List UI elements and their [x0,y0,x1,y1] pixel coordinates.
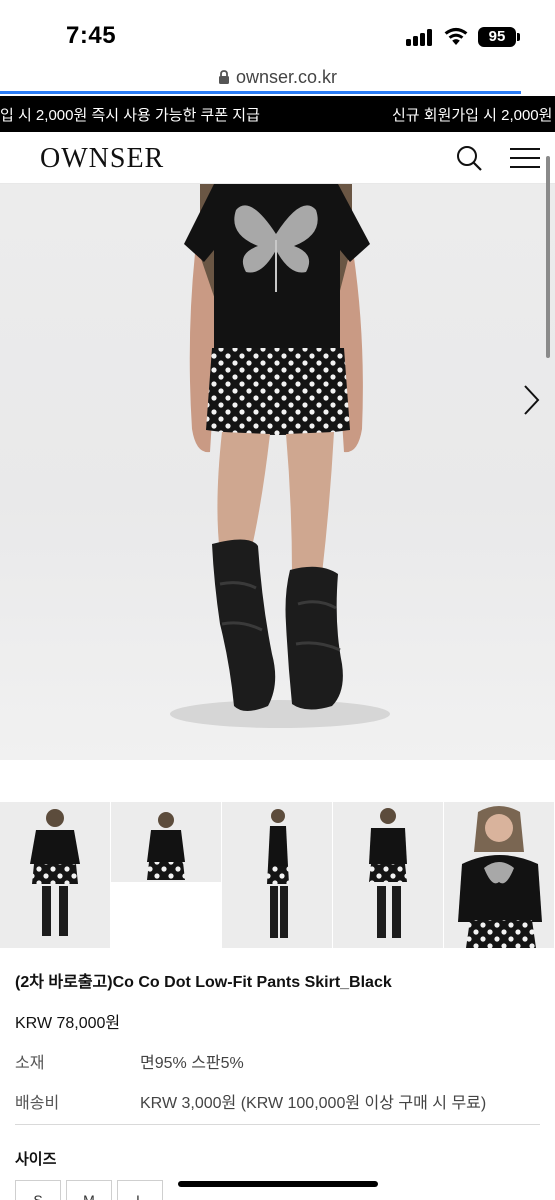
wifi-icon [444,27,468,45]
model-photo [170,184,390,728]
product-price: KRW 78,000원 [15,1015,121,1032]
size-option-l[interactable]: L [117,1180,163,1200]
thumbnail-1[interactable] [0,802,110,948]
spec-value-material: 면95% 스판5% [140,1055,244,1072]
home-indicator[interactable] [178,1181,378,1187]
battery-icon: 95 [478,27,516,47]
cellular-signal-icon [406,28,434,46]
status-time: 7:45 [66,22,117,49]
url-text: ownser.co.kr [235,67,338,87]
status-bar: 7:45 95 [0,0,555,62]
hamburger-menu-icon[interactable] [510,148,542,170]
thumbnail-strip [0,802,555,948]
size-option-m[interactable]: M [66,1180,112,1200]
page-scrollbar[interactable] [546,156,550,358]
banner-text-right: 신규 회원가입 시 2,000원 즉 [392,107,555,124]
spec-label-material: 소재 [15,1055,45,1072]
announcement-banner[interactable]: 입 시 2,000원 즉시 사용 가능한 쿠폰 지급 신규 회원가입 시 2,0… [0,96,555,132]
size-option-s[interactable]: S [15,1180,61,1200]
thumbnail-5[interactable] [444,802,554,948]
lock-icon [218,70,229,84]
section-divider [15,1124,540,1125]
product-main-image[interactable] [0,184,555,760]
banner-text-left: 입 시 2,000원 즉시 사용 가능한 쿠폰 지급 [0,107,260,124]
page-load-progress [0,91,521,94]
search-icon[interactable] [455,144,483,172]
thumbnail-4[interactable] [333,802,443,948]
site-header: OWNSER [0,132,555,184]
thumbnail-2[interactable] [111,802,221,948]
battery-cap [517,33,520,41]
thumbnail-3[interactable] [222,802,332,948]
spec-value-shipping: KRW 3,000원 (KRW 100,000원 이상 구매 시 무료) [140,1095,487,1112]
product-title: (2차 바로출고)Co Co Dot Low-Fit Pants Skirt_B… [15,974,392,991]
chevron-right-icon[interactable] [520,380,542,420]
spec-label-shipping: 배송비 [15,1095,60,1112]
size-section-title: 사이즈 [15,1151,57,1168]
site-logo[interactable]: OWNSER [40,143,164,175]
